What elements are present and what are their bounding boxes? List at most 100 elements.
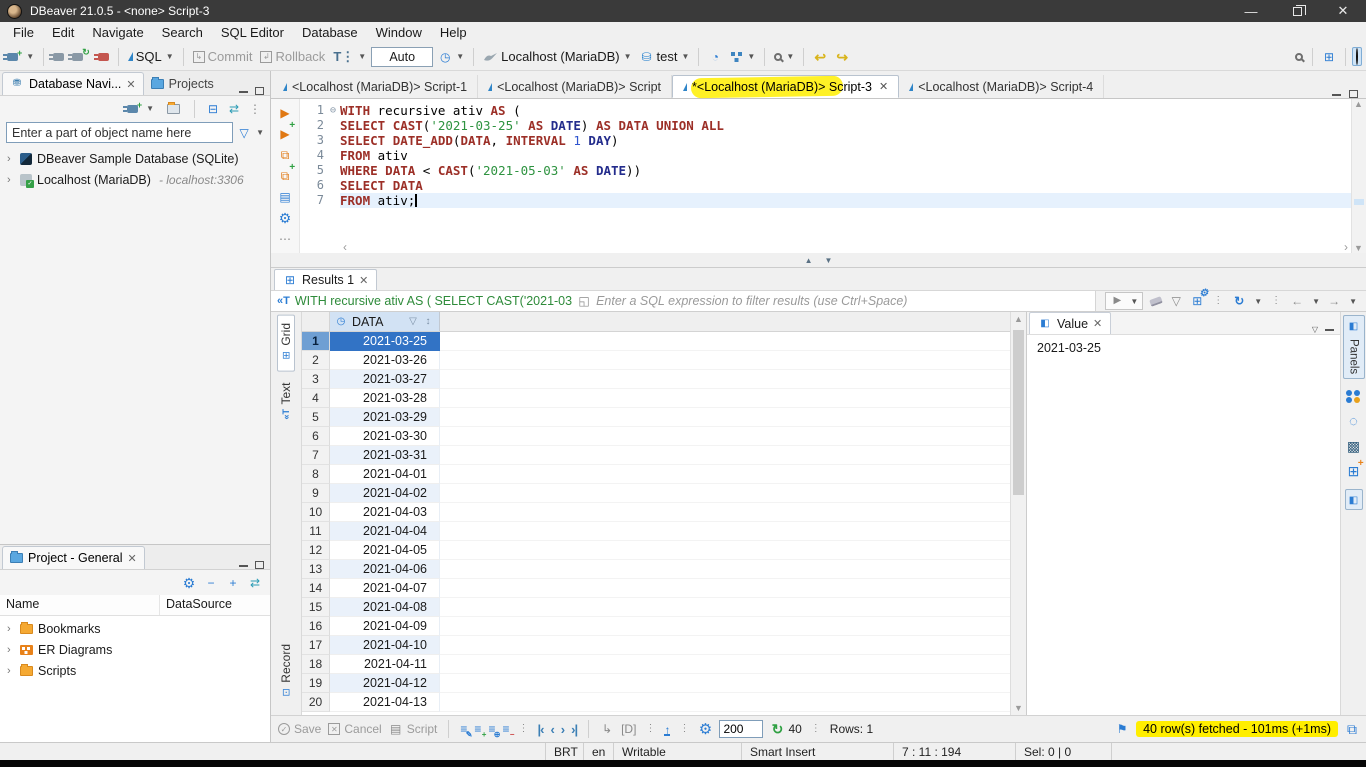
scroll-down-icon[interactable]: ▼ <box>1354 243 1363 253</box>
chevron-down-icon[interactable]: ▼ <box>1312 297 1320 306</box>
network-button[interactable]: ▼ <box>727 46 758 68</box>
menu-file[interactable]: File <box>4 23 43 42</box>
grid-options-icon[interactable]: ⚙ <box>1190 294 1204 308</box>
close-icon[interactable]: ✕ <box>127 552 136 565</box>
row-number[interactable]: 12 <box>302 541 330 560</box>
calc-panel-icon[interactable] <box>1347 414 1361 428</box>
chevron-down-icon[interactable]: ▼ <box>747 52 755 61</box>
filter-icon[interactable] <box>237 126 251 140</box>
chevron-down-icon[interactable]: ▼ <box>26 52 34 61</box>
data-cell[interactable]: 2021-03-30 <box>330 427 440 446</box>
table-row[interactable]: 12021-03-25 <box>302 332 1010 351</box>
tree-item[interactable]: ›Bookmarks <box>0 618 270 639</box>
row-number[interactable]: 6 <box>302 427 330 446</box>
execute-script-new-tab-icon[interactable]: + <box>278 168 292 183</box>
data-cell[interactable]: 2021-04-10 <box>330 636 440 655</box>
next-result-icon[interactable] <box>1327 294 1341 308</box>
reconnect-button[interactable]: ↻ <box>69 46 93 68</box>
edit-value-button[interactable]: ≡✎ <box>460 722 467 736</box>
tab-project-general[interactable]: Project - General ✕ <box>2 546 145 569</box>
tree-item[interactable]: ›Scripts <box>0 660 270 681</box>
data-cell[interactable]: 2021-03-25 <box>330 332 440 351</box>
data-cell[interactable]: 2021-03-26 <box>330 351 440 370</box>
row-number[interactable]: 20 <box>302 693 330 712</box>
row-number[interactable]: 9 <box>302 484 330 503</box>
metadata-panel-icon[interactable]: + <box>1347 464 1361 478</box>
presentation-tab-grid[interactable]: Grid <box>277 315 295 372</box>
dashboard-button[interactable] <box>705 46 725 68</box>
menu-window[interactable]: Window <box>367 23 431 42</box>
new-folder-button[interactable] <box>164 98 183 120</box>
chevron-right-icon[interactable]: › <box>7 623 15 635</box>
tree-item[interactable]: ›Localhost (MariaDB)- localhost:3306 <box>0 169 270 190</box>
fetch-next-segment[interactable]: 40 <box>770 722 801 736</box>
grid-vertical-scrollbar[interactable]: ▲ ▼ <box>1010 312 1026 715</box>
panel-menu-icon[interactable]: ▽ <box>1312 325 1318 334</box>
chevron-right-icon[interactable]: › <box>7 174 15 186</box>
menu-sql-editor[interactable]: SQL Editor <box>212 23 293 42</box>
row-number[interactable]: 13 <box>302 560 330 579</box>
column-sort-icon[interactable] <box>421 315 435 329</box>
row-number[interactable]: 10 <box>302 503 330 522</box>
new-connection-button[interactable]: +▼ <box>4 46 37 68</box>
disconnect-button[interactable] <box>95 46 112 68</box>
collapse-down-icon[interactable]: ▼ <box>825 256 833 265</box>
grid-settings-icon[interactable] <box>698 722 712 736</box>
menu-search[interactable]: Search <box>153 23 212 42</box>
table-row[interactable]: 202021-04-13 <box>302 693 1010 712</box>
presentation-tab-text[interactable]: «TText <box>277 375 295 428</box>
export-data-icon[interactable]: ↑ <box>664 723 670 736</box>
link-with-editor-icon[interactable] <box>248 576 262 590</box>
table-row[interactable]: 182021-04-11 <box>302 655 1010 674</box>
code-line-7[interactable]: 7FROM ativ; <box>300 193 1351 208</box>
data-cell[interactable]: 2021-04-01 <box>330 465 440 484</box>
editor-results-splitter[interactable]: ▲ ▼ <box>271 253 1366 268</box>
open-perspective-button[interactable] <box>1319 46 1339 68</box>
scroll-up-icon[interactable]: ▲ <box>1354 99 1363 109</box>
close-icon[interactable]: ✕ <box>359 274 368 287</box>
table-row[interactable]: 112021-04-04 <box>302 522 1010 541</box>
row-number[interactable]: 18 <box>302 655 330 674</box>
scroll-up-icon[interactable]: ▲ <box>1014 314 1023 324</box>
menu-navigate[interactable]: Navigate <box>83 23 152 42</box>
eraser-icon[interactable] <box>1149 296 1163 307</box>
chevron-down-icon[interactable]: ▼ <box>786 52 794 61</box>
chevron-down-icon[interactable]: ▼ <box>682 52 690 61</box>
column-header-data[interactable]: DATA <box>330 312 440 331</box>
code-line-1[interactable]: 1⊖WITH recursive ativ AS ( <box>300 103 1351 118</box>
minimize-view-icon[interactable] <box>1332 93 1341 96</box>
execute-script-icon[interactable] <box>278 147 292 162</box>
table-row[interactable]: 162021-04-09 <box>302 617 1010 636</box>
filter-settings-icon[interactable] <box>1169 294 1183 308</box>
commit-button[interactable]: ↳Commit <box>190 46 256 68</box>
presentation-tab-record[interactable]: Record <box>277 636 295 709</box>
overflow-icon[interactable] <box>278 231 292 246</box>
column-header-datasource[interactable]: DataSource <box>160 595 232 615</box>
row-number[interactable]: 8 <box>302 465 330 484</box>
close-icon[interactable]: ✕ <box>126 78 135 91</box>
code-line-5[interactable]: 5WHERE DATA < CAST('2021-05-03' AS DATE)… <box>300 163 1351 178</box>
new-connection-small-button[interactable]: +▼ <box>124 98 157 120</box>
link-with-editor-icon[interactable] <box>227 102 241 116</box>
results-filter-input[interactable]: «T WITH recursive ativ AS ( SELECT CAST(… <box>271 291 1096 311</box>
editor-settings-icon[interactable] <box>278 210 292 225</box>
data-cell[interactable]: 2021-04-02 <box>330 484 440 503</box>
quick-access-search-button[interactable] <box>1292 46 1306 68</box>
chevron-down-icon[interactable]: ▼ <box>358 52 366 61</box>
duplicate-row-button[interactable]: ≡⊕ <box>488 722 495 736</box>
row-number[interactable]: 5 <box>302 408 330 427</box>
object-filter-input[interactable] <box>6 122 233 143</box>
row-number-header[interactable] <box>302 312 330 331</box>
maximize-view-icon[interactable] <box>255 561 264 569</box>
rollback-button[interactable]: ↲Rollback <box>257 46 328 68</box>
sql-editor[interactable]: + + 1⊖WITH recursive ativ AS (2SELECT CA… <box>271 99 1366 253</box>
editor-vertical-scrollbar[interactable]: ▲ ▼ <box>1351 99 1366 253</box>
code-line-3[interactable]: 3SELECT DATE_ADD(DATA, INTERVAL 1 DAY) <box>300 133 1351 148</box>
data-cell[interactable]: 2021-03-31 <box>330 446 440 465</box>
maximize-view-icon[interactable] <box>255 87 264 95</box>
table-row[interactable]: 92021-04-02 <box>302 484 1010 503</box>
data-cell[interactable]: 2021-04-05 <box>330 541 440 560</box>
chevron-right-icon[interactable]: › <box>7 644 15 656</box>
cancel-button[interactable]: ✕Cancel <box>328 722 381 736</box>
minimize-view-icon[interactable] <box>239 564 248 567</box>
